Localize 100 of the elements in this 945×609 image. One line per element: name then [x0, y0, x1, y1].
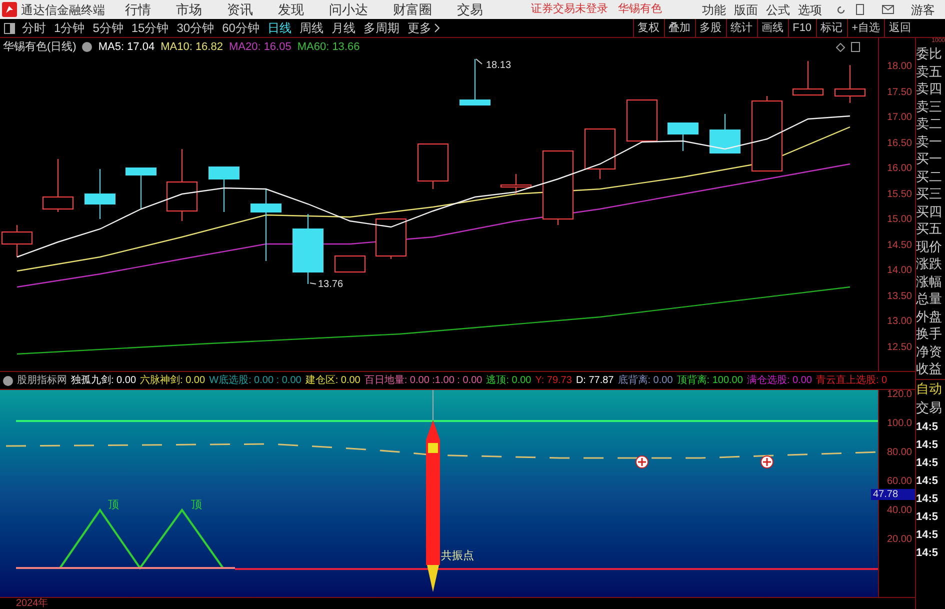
quote-field-label: 买四	[916, 202, 943, 220]
menu-item[interactable]: 资讯	[227, 0, 253, 20]
menu-item[interactable]: 功能	[702, 0, 726, 18]
menu-item[interactable]: 版面	[734, 0, 758, 18]
candlestick	[376, 218, 406, 260]
peak-label: 顶	[191, 498, 202, 513]
indicator-value: Y: 79.73	[535, 374, 572, 388]
quote-field-label: 现价	[916, 238, 943, 255]
quote-field-label: 买二	[916, 168, 943, 185]
axis-label: 14.50	[886, 240, 913, 250]
period-tab[interactable]: 日线	[267, 19, 292, 37]
toolbar-button[interactable]: 返回	[884, 19, 915, 37]
period-tab[interactable]: 分时	[22, 19, 46, 37]
toolbar-button[interactable]: 叠加	[664, 19, 695, 37]
indicator-value: 逃顶: 0.00	[486, 374, 532, 388]
quote-field-label: 卖五	[916, 62, 943, 80]
quote-field-label: 换手	[916, 325, 943, 342]
settings-icon[interactable]	[3, 376, 13, 386]
axis-label: 20.00	[886, 535, 913, 545]
axis-label: 18.00	[886, 62, 913, 72]
axis-label: 16.50	[886, 138, 913, 148]
quote-field-label: 委比	[916, 45, 943, 62]
candlestick	[500, 174, 532, 194]
trade-time: 14:5	[916, 528, 940, 542]
refresh-icon[interactable]	[836, 4, 846, 14]
menu-item[interactable]: 问小达	[329, 0, 368, 20]
indicator-value: D: 77.87	[576, 374, 614, 388]
indicator-title: 股朋指标网	[17, 374, 67, 388]
candlestick	[84, 168, 116, 220]
period-tab[interactable]: 60分钟	[222, 19, 260, 37]
toolbar-button[interactable]: 画线	[756, 19, 788, 37]
phone-icon[interactable]	[856, 4, 864, 15]
quote-field-label: 卖一	[916, 132, 943, 150]
toolbar-button[interactable]: +自选	[846, 19, 884, 37]
axis-label: 15.00	[886, 215, 913, 225]
menu-item[interactable]: 财富圈	[393, 0, 432, 20]
toolbar-button[interactable]: 标记	[816, 19, 847, 37]
indicator-value: W底选股: 0.00 : 0.00	[209, 374, 302, 388]
mail-icon[interactable]	[882, 5, 894, 14]
toolbar-button[interactable]: 多股	[694, 19, 726, 37]
layout-icon[interactable]	[851, 42, 860, 52]
axis-label: 100.0	[886, 419, 913, 429]
user-name[interactable]: 游客	[911, 0, 935, 18]
leader-line	[476, 58, 482, 64]
section-label: 交易	[916, 398, 943, 416]
toolbar-button[interactable]: 统计	[726, 19, 757, 37]
candlestick	[792, 60, 824, 96]
diamond-icon[interactable]	[836, 42, 845, 52]
period-tab[interactable]: 周线	[299, 19, 324, 37]
plus-circle-icon	[636, 456, 648, 468]
ma-value: MA60: 13.66	[297, 40, 360, 55]
axis-label: 80.00	[886, 448, 913, 458]
candlestick	[626, 100, 658, 142]
candlestick	[834, 64, 866, 104]
toolbar-button[interactable]: F10	[788, 19, 816, 37]
period-tab[interactable]: 月线	[331, 19, 356, 37]
quote-field-label: 净资	[916, 342, 943, 360]
period-tab[interactable]: 1分钟	[54, 19, 85, 37]
chevron-right-icon[interactable]	[434, 23, 440, 33]
app-title: 通达信金融终端	[21, 2, 106, 18]
period-tab[interactable]: 5分钟	[92, 19, 124, 37]
period-tab[interactable]: 更多	[407, 19, 432, 37]
indicator-value: 满仓选股: 0.00	[746, 374, 812, 388]
axis-label: 17.50	[886, 88, 913, 98]
quote-field-label: 外盘	[916, 308, 943, 325]
panel-toggle-icon[interactable]	[4, 22, 15, 34]
period-tab[interactable]: 30分钟	[176, 19, 214, 37]
menu-item[interactable]: 发现	[278, 0, 304, 20]
current-value-label: 47.78	[871, 489, 915, 500]
menu-item[interactable]: 市场	[176, 0, 202, 20]
peak-label: 顶	[108, 498, 119, 513]
candlestick	[710, 114, 740, 154]
mode-label[interactable]: 自动	[916, 378, 945, 398]
axis-label: 13.00	[886, 317, 913, 327]
period-tab[interactable]: 多周期	[363, 19, 400, 37]
menu-item[interactable]: 公式	[766, 0, 790, 18]
ma-value: MA10: 16.82	[160, 40, 223, 55]
ma-value: MA20: 16.05	[228, 40, 292, 55]
leader-line	[310, 282, 316, 284]
date-label: 2024年	[16, 597, 48, 609]
indicator-value: 青云直上选股: 0	[816, 374, 888, 388]
quote-field-label: 卖四	[916, 80, 943, 98]
menu-item[interactable]: 选项	[798, 0, 822, 18]
status-text: 证券交易未登录	[531, 2, 608, 18]
axis-label: 120.0	[886, 390, 913, 400]
plus-circle-icon	[760, 456, 774, 468]
quote-field-label: 收益	[916, 360, 943, 378]
period-tab[interactable]: 15分钟	[131, 19, 169, 37]
axis-label: 15.50	[886, 190, 913, 200]
quote-field-label: 买三	[916, 185, 943, 202]
trade-time: 14:5	[916, 456, 940, 470]
settings-icon[interactable]	[82, 42, 92, 52]
axis-label: 12.50	[886, 342, 913, 352]
high-price-label: 18.13	[486, 59, 512, 73]
indicator-value: 六脉神剑: 0.00	[140, 374, 206, 388]
menu-item[interactable]: 行情	[125, 0, 151, 20]
menu-item[interactable]: 交易	[457, 0, 483, 20]
toolbar-button[interactable]: 复权	[632, 19, 664, 37]
trade-time: 14:5	[916, 492, 940, 506]
trade-time: 14:5	[916, 510, 940, 524]
